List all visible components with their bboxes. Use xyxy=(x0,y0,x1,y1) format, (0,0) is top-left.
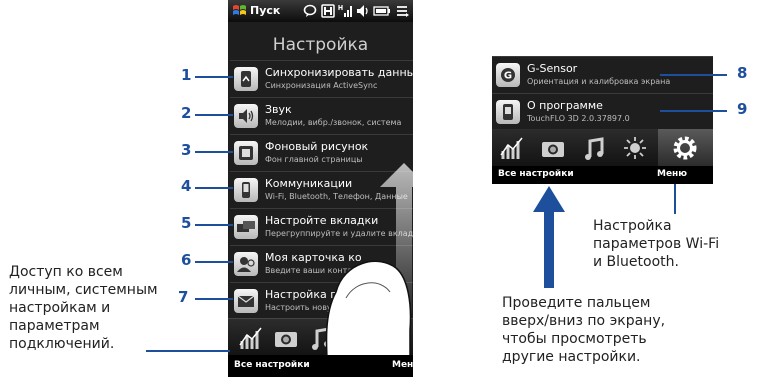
row-sound[interactable]: Звук Мелодии, вибр./звонок, система xyxy=(230,97,413,134)
row-title: Фоновый рисунок xyxy=(265,140,369,153)
note-line: параметрам xyxy=(9,318,100,334)
tab-bar xyxy=(492,129,713,167)
note-line: параметров Wi-Fi xyxy=(593,236,720,252)
screen-title: Настройка xyxy=(272,35,369,55)
softkey-bar: Все настройки Меню xyxy=(492,166,713,184)
callout-line xyxy=(674,184,676,214)
sync-icon xyxy=(234,67,258,91)
callout-6: 6 xyxy=(181,251,192,269)
wallpaper-icon xyxy=(234,141,258,165)
note-line: другие настройки. xyxy=(502,349,641,365)
start-label[interactable]: Пуск xyxy=(250,4,280,17)
softkey-bar: Все настройки Меню xyxy=(228,355,413,377)
tabs-icon xyxy=(234,215,258,239)
menu-softkey[interactable]: Меню xyxy=(392,360,413,370)
status-bar: Пуск xyxy=(228,0,413,22)
note-line: чтобы просмотреть xyxy=(502,331,647,347)
note-line: вверх/вниз по экрану, xyxy=(502,313,666,329)
note-line: Проведите пальцем xyxy=(502,295,651,311)
menu-softkey[interactable]: Меню xyxy=(657,169,687,179)
all-settings-softkey[interactable]: Все настройки xyxy=(234,360,310,370)
music-icon[interactable] xyxy=(578,129,612,167)
row-title: G-Sensor xyxy=(527,62,578,75)
callout-line xyxy=(660,74,727,76)
windows-logo-icon[interactable] xyxy=(232,3,247,18)
callout-1: 1 xyxy=(181,66,192,84)
camera-icon[interactable] xyxy=(536,129,570,167)
row-subtitle: Ориентация и калибровка экрана xyxy=(527,77,671,86)
callout-line xyxy=(195,151,233,153)
all-settings-softkey[interactable]: Все настройки xyxy=(498,169,574,179)
note-all-settings: Доступ ко всем личным, системным настрой… xyxy=(9,263,179,353)
callout-3: 3 xyxy=(181,141,192,159)
g-sensor-icon: G xyxy=(496,63,520,87)
note-line: Настройка xyxy=(593,218,672,234)
callout-line xyxy=(660,110,727,112)
callout-8: 8 xyxy=(737,64,748,82)
battery-icon xyxy=(373,6,390,16)
note-wifi-bluetooth: Настройка параметров Wi-Fi и Bluetooth. xyxy=(593,217,753,271)
note-line: и Bluetooth. xyxy=(593,254,679,270)
note-line: личным, системным xyxy=(9,282,158,298)
row-sync[interactable]: Синхронизировать данные Синхронизация Ac… xyxy=(230,60,413,97)
row-subtitle: Фон главной страницы xyxy=(265,155,363,164)
camera-icon[interactable] xyxy=(269,319,303,357)
callout-9: 9 xyxy=(737,100,748,118)
note-line: настройкам и xyxy=(9,300,111,316)
menu-lines-icon[interactable] xyxy=(396,3,410,19)
svg-text:G: G xyxy=(504,71,512,82)
stocks-chart-icon[interactable] xyxy=(495,129,529,167)
scroll-up-arrow-icon xyxy=(533,186,565,288)
chat-bubble-icon xyxy=(303,4,317,17)
tab-settings-selected[interactable] xyxy=(658,129,713,167)
callout-4: 4 xyxy=(181,177,192,195)
stocks-chart-icon[interactable] xyxy=(234,319,268,357)
callout-7: 7 xyxy=(178,288,189,306)
row-title: О программе xyxy=(527,99,603,112)
callout-5: 5 xyxy=(181,214,192,232)
mail-icon xyxy=(234,289,258,313)
contact-card-icon xyxy=(234,252,258,276)
gear-icon xyxy=(673,136,697,160)
callout-line xyxy=(195,224,233,226)
row-title: Настройте вкладки xyxy=(265,214,379,227)
phone-device-icon xyxy=(234,178,258,202)
row-title: Коммуникации xyxy=(265,177,353,190)
row-subtitle: Синхронизация ActiveSync xyxy=(265,81,378,90)
callout-2: 2 xyxy=(181,104,192,122)
callout-line xyxy=(195,114,233,116)
speaker-icon xyxy=(234,104,258,128)
row-title: Звук xyxy=(265,103,292,116)
note-swipe: Проведите пальцем вверх/вниз по экрану, … xyxy=(502,294,702,366)
row-subtitle: TouchFLO 3D 2.0.37897.0 xyxy=(527,114,630,123)
callout-line xyxy=(195,261,233,263)
about-device-icon xyxy=(496,100,520,124)
row-title: Синхронизировать данные xyxy=(265,66,413,79)
callout-line xyxy=(195,187,233,189)
callout-line xyxy=(146,350,230,352)
weather-sun-icon[interactable] xyxy=(618,129,652,167)
row-subtitle: Мелодии, вибр./звонок, система xyxy=(265,118,402,127)
callout-line xyxy=(195,298,233,300)
volume-icon xyxy=(357,5,368,17)
note-line: Доступ ко всем xyxy=(9,264,123,280)
hspa-icon xyxy=(321,4,335,18)
signal-icon xyxy=(338,5,352,17)
callout-line xyxy=(195,76,233,78)
settings-screen: Пуск Настройка Синхронизировать данные С… xyxy=(228,0,413,377)
